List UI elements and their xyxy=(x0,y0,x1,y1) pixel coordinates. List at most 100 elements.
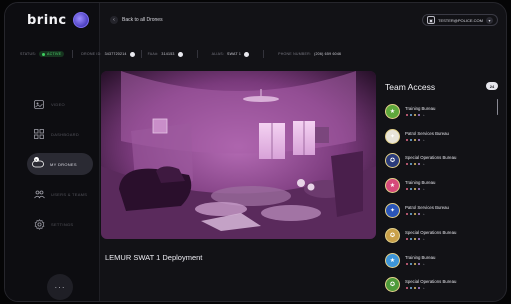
member-avatars: + xyxy=(405,261,435,266)
scrollbar-thumb[interactable] xyxy=(496,99,498,115)
users-icon xyxy=(33,188,45,200)
alias-value: SWAT 1 xyxy=(227,52,242,56)
drone-icon: 5 xyxy=(32,157,44,170)
divider xyxy=(196,50,198,58)
team-list: ★ Training Bureau + ✦ Patrol Services Bureau… xyxy=(385,99,493,297)
team-seal-icon: ✪ xyxy=(385,227,400,243)
faa-value: 314153 xyxy=(161,52,175,56)
sidebar-nav: VIDEO DASHBOARD 5 MY DRONES USERS & TEAM… xyxy=(27,93,93,243)
more-members-indicator: + xyxy=(423,286,425,291)
team-access-panel: Team Access 24 ★ Training Bureau + ✦ Patrol … xyxy=(381,71,501,299)
sidebar-item-dashboard[interactable]: DASHBOARD xyxy=(27,123,91,145)
alias-field: ALIAS: SWAT 1 xyxy=(211,51,250,57)
app-window: brinc VIDEO DASHBOARD 5 MY DRONES USERS … xyxy=(4,2,507,302)
drone-id-value: 3437720214 xyxy=(104,52,127,56)
divider xyxy=(140,50,142,58)
team-row[interactable]: ★ Training Bureau + xyxy=(385,173,493,198)
brinc-logo: brinc xyxy=(27,13,67,28)
status-field: STATUS: ACTIVE xyxy=(20,51,65,57)
gear-icon xyxy=(33,218,45,230)
more-members-indicator: + xyxy=(423,261,425,266)
team-name: Patrol Services Bureau xyxy=(405,130,449,136)
team-row[interactable]: ★ Training Bureau + xyxy=(385,248,493,273)
org-badge-icon[interactable] xyxy=(73,12,89,28)
member-avatar xyxy=(417,286,421,291)
user-account-menu[interactable]: ▣ TESTER@POLICE.COM ▾ xyxy=(422,14,498,26)
team-seal-icon: ✪ xyxy=(385,153,400,169)
phone-field: PHONE NUMBER: (206) 659 6046 xyxy=(278,52,341,56)
more-members-indicator: + xyxy=(423,162,425,167)
member-avatars: + xyxy=(405,187,435,192)
team-row[interactable]: ✪ Special Operations Bureau + xyxy=(385,273,493,298)
team-name: Training Bureau xyxy=(405,180,436,186)
status-value: ACTIVE xyxy=(47,52,62,56)
team-name: Special Operations Bureau xyxy=(405,155,457,161)
team-name: Patrol Services Bureau xyxy=(405,205,449,211)
team-seal-icon: ✦ xyxy=(385,128,400,144)
team-row-text: Training Bureau + xyxy=(405,180,436,192)
status-dot-icon xyxy=(42,52,46,56)
sidebar-item-settings[interactable]: SETTINGS xyxy=(27,213,91,235)
user-badge-icon: ▣ xyxy=(427,16,436,24)
live-video-feed[interactable] xyxy=(101,71,376,239)
video-icon xyxy=(33,98,45,110)
drone-info-bar: STATUS: ACTIVE DRONE ID: 3437720214 FAA#… xyxy=(20,45,415,63)
info-icon[interactable] xyxy=(177,51,183,57)
team-name: Training Bureau xyxy=(405,105,436,111)
team-row[interactable]: ✦ Patrol Services Bureau + xyxy=(385,198,493,223)
more-members-indicator: + xyxy=(423,236,425,241)
team-row-text: Special Operations Bureau + xyxy=(405,155,457,167)
back-arrow-icon[interactable]: ‹ xyxy=(110,16,118,24)
member-avatar xyxy=(417,261,421,266)
member-avatars: + xyxy=(405,212,449,217)
member-avatars: + xyxy=(405,112,435,117)
member-avatar xyxy=(417,162,421,167)
sidebar-item-video[interactable]: VIDEO xyxy=(27,93,91,115)
team-seal-icon: ★ xyxy=(385,103,400,119)
sidebar-item-my-drones[interactable]: 5 MY DRONES xyxy=(27,153,93,175)
alias-label: ALIAS: xyxy=(211,52,224,56)
team-row[interactable]: ✪ Special Operations Bureau + xyxy=(385,223,493,248)
team-row-text: Special Operations Bureau + xyxy=(405,279,456,291)
status-badge: ACTIVE xyxy=(39,51,65,57)
more-members-indicator: + xyxy=(423,187,425,192)
grid-icon xyxy=(33,128,45,140)
drone-id-field: DRONE ID: 3437720214 xyxy=(81,51,135,57)
info-icon[interactable] xyxy=(129,51,135,57)
sidebar-item-label: VIDEO xyxy=(51,101,65,107)
member-avatar xyxy=(417,212,421,217)
drone-id-label: DRONE ID: xyxy=(81,52,102,56)
status-label: STATUS: xyxy=(20,52,37,56)
member-avatars: + xyxy=(405,286,456,291)
drone-count-badge: 5 xyxy=(34,157,39,162)
team-row-text: Training Bureau + xyxy=(405,255,435,266)
back-to-drones-link[interactable]: Back to all Drones xyxy=(122,17,163,23)
team-access-title: Team Access xyxy=(385,82,436,92)
member-avatar xyxy=(417,187,421,192)
team-count-badge: 24 xyxy=(486,82,498,90)
member-avatars: + xyxy=(405,137,449,142)
member-avatar xyxy=(417,236,421,241)
deployment-title: LEMUR SWAT 1 Deployment xyxy=(105,253,203,262)
divider xyxy=(263,50,265,58)
team-row[interactable]: ✦ Patrol Services Bureau + xyxy=(385,124,493,149)
member-avatar xyxy=(417,137,421,142)
video-frame-image xyxy=(101,71,376,239)
more-members-indicator: + xyxy=(423,212,425,217)
more-options-button[interactable]: ··· xyxy=(47,274,73,300)
user-email: TESTER@POLICE.COM xyxy=(438,17,483,23)
sidebar-item-users-teams[interactable]: USERS & TEAMS xyxy=(27,183,91,205)
team-row-text: Training Bureau + xyxy=(405,106,435,117)
faa-field: FAA#: 314153 xyxy=(148,51,183,57)
team-seal-icon: ✦ xyxy=(385,203,400,219)
sidebar-item-label: MY DRONES xyxy=(50,161,77,167)
team-row[interactable]: ✪ Special Operations Bureau + xyxy=(385,149,493,174)
team-row[interactable]: ★ Training Bureau + xyxy=(385,99,493,124)
member-avatars: + xyxy=(405,236,456,241)
info-icon[interactable] xyxy=(244,51,250,57)
sidebar-item-label: USERS & TEAMS xyxy=(51,191,88,197)
member-avatars: + xyxy=(405,162,456,167)
phone-value: (206) 659 6046 xyxy=(314,52,342,56)
member-avatar xyxy=(417,112,421,117)
team-row-text: Patrol Services Bureau + xyxy=(405,131,449,142)
